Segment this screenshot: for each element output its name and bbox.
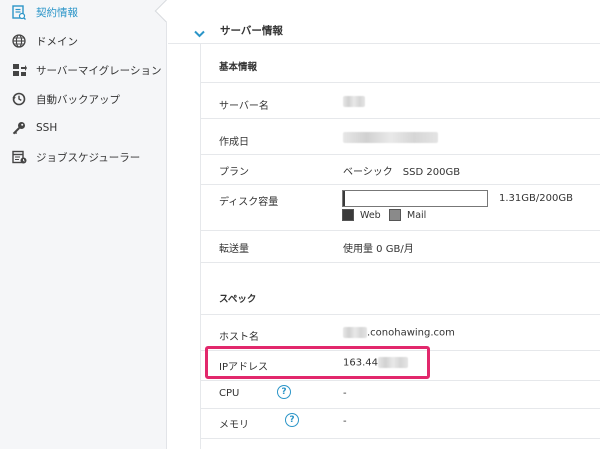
sidebar-item-label: SSH — [36, 122, 58, 134]
sidebar-item-label: 契約情報 — [36, 6, 78, 19]
cpu-value: - — [343, 388, 347, 399]
plan-value: ベーシック SSD 200GB — [343, 167, 461, 178]
chevron-down-icon[interactable] — [194, 23, 205, 42]
app-root: 契約情報 ドメイン サーバーマイグレーション 自動バックアップ SSH ジョブス… — [0, 0, 600, 449]
globe-icon — [10, 32, 28, 50]
sidebar-item-auto-backup[interactable]: 自動バックアップ — [0, 88, 166, 110]
divider — [201, 380, 600, 381]
sidebar-item-job-scheduler[interactable]: ジョブスケジューラー — [0, 146, 166, 168]
hostname-label: ホスト名 — [219, 332, 259, 343]
sidebar-item-domain[interactable]: ドメイン — [0, 30, 166, 52]
basic-info-heading: 基本情報 — [219, 62, 258, 73]
server-info-section-header[interactable]: サーバー情報 — [168, 0, 600, 44]
sidebar-item-label: ドメイン — [36, 35, 78, 48]
divider — [201, 314, 600, 315]
legend-web: Web — [342, 209, 381, 221]
sidebar-item-contract[interactable]: 契約情報 — [0, 1, 166, 23]
divider — [201, 408, 600, 409]
sidebar-item-label: 自動バックアップ — [36, 93, 120, 106]
contract-document-icon — [10, 3, 28, 21]
divider — [201, 262, 600, 263]
spec-heading: スペック — [219, 294, 257, 305]
divider — [201, 154, 600, 155]
disk-usage-bar — [342, 190, 488, 207]
hostname-value: .conohawing.com — [343, 327, 455, 339]
server-migration-icon — [10, 61, 28, 79]
sidebar-item-ssh[interactable]: SSH — [0, 117, 166, 139]
server-info-panel: 基本情報 サーバー名 作成日 プラン ベーシック SSD 200GB ディスク容… — [200, 44, 600, 449]
legend-mail-swatch — [389, 209, 401, 221]
memory-label: メモリ — [219, 420, 249, 431]
cpu-help-icon[interactable]: ? — [277, 385, 291, 399]
disk-usage-text: 1.31GB/200GB — [499, 193, 573, 204]
section-title: サーバー情報 — [220, 25, 283, 37]
divider — [201, 230, 600, 231]
server-name-value-redacted — [343, 96, 365, 108]
legend-mail: Mail — [389, 209, 426, 221]
disk-usage-fill — [343, 191, 346, 206]
divider — [201, 438, 600, 439]
hostname-domain: .conohawing.com — [367, 327, 455, 339]
transfer-value: 使用量 0 GB/月 — [343, 244, 414, 255]
legend-web-swatch — [342, 209, 354, 221]
memory-value: - — [343, 416, 347, 427]
divider — [201, 118, 600, 119]
legend-mail-label: Mail — [407, 209, 427, 221]
disk-capacity-label: ディスク容量 — [219, 197, 279, 208]
job-scheduler-icon — [10, 148, 28, 166]
main-content: サーバー情報 基本情報 サーバー名 作成日 プラン ベーシック SSD 200G… — [168, 0, 600, 449]
cpu-label: CPU — [219, 388, 240, 399]
transfer-label: 転送量 — [219, 244, 249, 255]
backup-clock-icon — [10, 90, 28, 108]
key-icon — [10, 119, 28, 137]
plan-label: プラン — [219, 167, 249, 178]
sidebar-item-label: ジョブスケジューラー — [36, 151, 141, 164]
memory-help-icon[interactable]: ? — [285, 413, 299, 427]
ip-address-highlight-box — [205, 346, 430, 379]
legend-web-label: Web — [360, 209, 381, 221]
created-date-value-redacted — [343, 132, 438, 144]
divider — [201, 184, 600, 185]
server-name-label: サーバー名 — [219, 101, 269, 112]
created-date-label: 作成日 — [219, 137, 249, 148]
sidebar-item-label: サーバーマイグレーション — [36, 64, 162, 77]
divider — [201, 82, 600, 83]
sidebar: 契約情報 ドメイン サーバーマイグレーション 自動バックアップ SSH ジョブス… — [0, 0, 167, 449]
sidebar-item-server-migration[interactable]: サーバーマイグレーション — [0, 59, 166, 81]
